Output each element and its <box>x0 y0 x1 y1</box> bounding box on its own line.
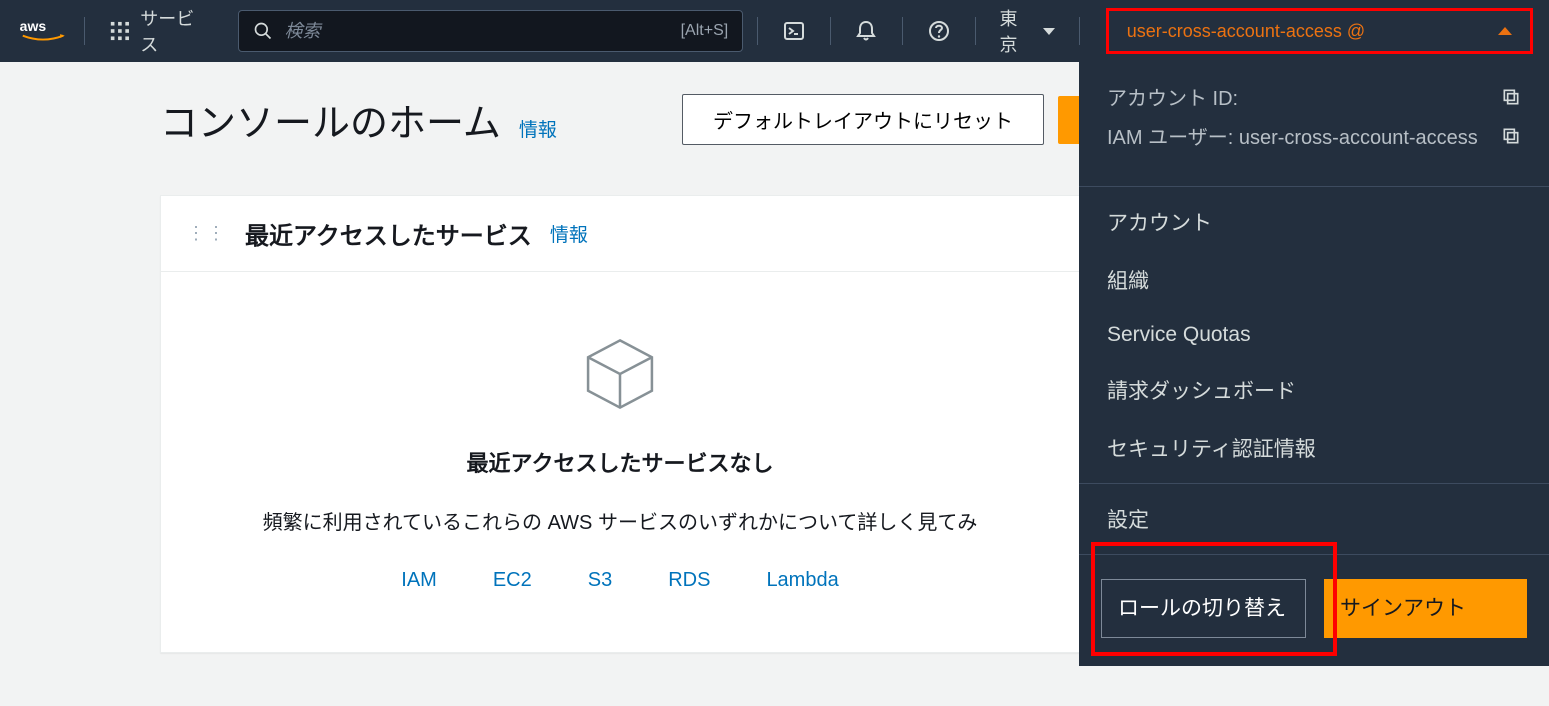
iam-user-row: IAM ユーザー: user-cross-account-access <box>1107 121 1521 150</box>
empty-description: 頻繁に利用されているこれらの AWS サービスのいずれかについて詳しく見てみ <box>201 506 1039 535</box>
signout-button[interactable]: サインアウト <box>1324 579 1527 638</box>
dropdown-divider <box>1079 186 1549 187</box>
aws-logo-icon: aws <box>19 17 67 45</box>
dropdown-divider <box>1079 483 1549 484</box>
region-selector[interactable]: 東京 <box>989 5 1064 57</box>
nav-divider <box>1079 17 1080 45</box>
nav-divider <box>830 17 831 45</box>
aws-logo[interactable]: aws <box>16 15 70 47</box>
drag-handle-icon[interactable]: ⋮⋮ <box>187 223 227 244</box>
nav-divider <box>757 17 758 45</box>
service-link-rds[interactable]: RDS <box>668 569 710 592</box>
copy-icon[interactable] <box>1501 126 1521 146</box>
cloudshell-button[interactable] <box>772 9 815 53</box>
account-menu-button[interactable]: user-cross-account-access @ <box>1106 8 1533 54</box>
dropdown-actions: ロールの切り替え サインアウト <box>1079 561 1549 644</box>
caret-down-icon <box>1043 28 1055 35</box>
title-row: コンソールのホーム 情報 <box>160 92 557 147</box>
account-id-row: アカウント ID: <box>1107 82 1521 111</box>
page-title: コンソールのホーム <box>160 92 501 147</box>
dropdown-item-billing[interactable]: 請求ダッシュボード <box>1079 361 1549 419</box>
copy-icon[interactable] <box>1501 87 1521 107</box>
account-info-section: アカウント ID: IAM ユーザー: user-cross-account-a… <box>1079 62 1549 180</box>
dropdown-item-organizations[interactable]: 組織 <box>1079 251 1549 309</box>
dropdown-item-settings[interactable]: 設定 <box>1079 490 1549 548</box>
dropdown-item-account[interactable]: アカウント <box>1079 193 1549 251</box>
card-title: 最近アクセスしたサービス <box>245 216 532 251</box>
service-link-lambda[interactable]: Lambda <box>766 569 838 592</box>
card-body: 最近アクセスしたサービスなし 頻繁に利用されているこれらの AWS サービスのい… <box>161 272 1079 652</box>
info-link[interactable]: 情報 <box>550 220 588 247</box>
dropdown-item-service-quotas[interactable]: Service Quotas <box>1079 309 1549 361</box>
search-shortcut-label: [Alt+S] <box>681 22 729 40</box>
services-label: サービス <box>140 5 211 57</box>
search-icon <box>253 21 273 41</box>
search-input[interactable] <box>285 21 669 42</box>
reset-layout-button[interactable]: デフォルトレイアウトにリセット <box>682 94 1044 145</box>
help-icon <box>927 19 951 43</box>
nav-divider <box>902 17 903 45</box>
recent-services-card: ⋮⋮ 最近アクセスしたサービス 情報 最近アクセスしたサービスなし 頻繁に利用さ… <box>160 195 1080 653</box>
card-header: ⋮⋮ 最近アクセスしたサービス 情報 <box>161 196 1079 272</box>
add-widget-button[interactable] <box>1058 96 1080 144</box>
iam-user-label: IAM ユーザー: user-cross-account-access <box>1107 121 1478 150</box>
cloudshell-icon <box>782 19 806 43</box>
svg-text:aws: aws <box>19 18 46 34</box>
service-link-iam[interactable]: IAM <box>401 569 437 592</box>
region-label: 東京 <box>999 5 1034 57</box>
search-box[interactable]: [Alt+S] <box>238 10 744 52</box>
switch-role-button[interactable]: ロールの切り替え <box>1101 579 1306 638</box>
account-dropdown: アカウント ID: IAM ユーザー: user-cross-account-a… <box>1079 62 1549 666</box>
service-link-ec2[interactable]: EC2 <box>493 569 532 592</box>
service-links: IAM EC2 S3 RDS Lambda <box>201 569 1039 592</box>
bell-icon <box>854 19 878 43</box>
help-button[interactable] <box>917 9 960 53</box>
notifications-button[interactable] <box>845 9 888 53</box>
caret-up-icon <box>1498 27 1512 35</box>
nav-divider <box>84 17 85 45</box>
dropdown-divider <box>1079 554 1549 555</box>
top-nav: aws サービス [Alt+S] <box>0 0 1549 62</box>
topnav-right: 東京 user-cross-account-access @ <box>749 5 1533 57</box>
service-link-s3[interactable]: S3 <box>588 569 612 592</box>
account-label: user-cross-account-access @ <box>1127 21 1365 42</box>
nav-divider <box>975 17 976 45</box>
empty-title: 最近アクセスしたサービスなし <box>201 446 1039 478</box>
grid-icon <box>109 20 131 42</box>
dropdown-item-security-credentials[interactable]: セキュリティ認証情報 <box>1079 419 1549 477</box>
info-link[interactable]: 情報 <box>519 115 557 142</box>
services-button[interactable]: サービス <box>99 0 222 63</box>
account-id-label: アカウント ID: <box>1107 82 1238 111</box>
cube-icon <box>578 332 662 416</box>
